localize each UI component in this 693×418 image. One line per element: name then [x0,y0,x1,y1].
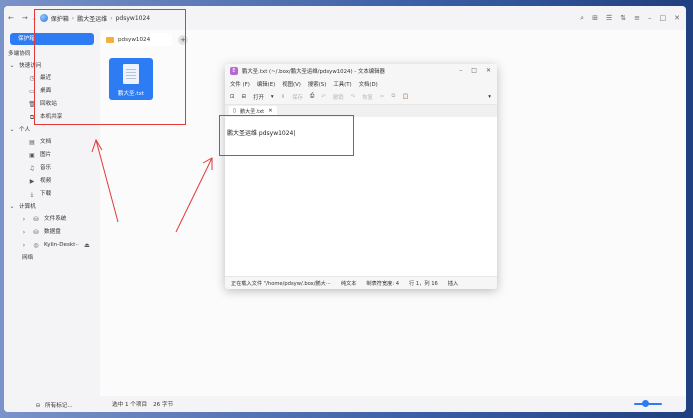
sidebar-item-data-disk[interactable]: › ⛁ 数据盘 [4,226,100,239]
sidebar-item-label: 下载 [40,191,52,197]
chevron-right-icon: › [22,242,26,249]
menu-edit[interactable]: 编辑(E) [257,80,275,88]
sidebar-item-music[interactable]: ♫ 音乐 [4,162,100,175]
chevron-right-icon: › [22,216,26,223]
sidebar-item-documents[interactable]: ▤ 文档 [4,136,100,149]
close-tab-icon[interactable]: ✕ [268,108,272,114]
editor-statusbar: 正在载入文件 "/home/pdsyw/.box/鹏大··· 纯文本 制表符宽度… [225,276,497,289]
undo-icon[interactable]: ↶ [321,94,326,100]
sidebar-item-filesystem[interactable]: › ⛁ 文件系统 [4,213,100,226]
close-icon[interactable]: ✕ [486,67,491,74]
undo-button[interactable]: 撤销 [333,93,344,101]
back-button[interactable]: ← [4,14,18,22]
overflow-menu-icon[interactable]: ▾ [488,94,491,100]
forward-button[interactable]: → [18,14,32,22]
new-file-icon[interactable]: ⊡ [230,94,235,100]
video-icon: ▶ [29,178,35,185]
sidebar-item-label: 音乐 [40,165,52,171]
redo-button[interactable]: 恢复 [362,93,373,101]
sidebar-section-label: 计算机 [19,204,36,210]
menu-file[interactable]: 文件 (F) [230,80,250,88]
sidebar-item-pictures[interactable]: ▣ 图片 [4,149,100,162]
image-icon: ▣ [29,152,35,159]
sidebar-item-label: 网络 [22,255,34,261]
chevron-down-icon[interactable]: ▾ [271,94,274,100]
editor-tab-label: 鹏大圣.txt [239,108,265,115]
chevron-down-icon: ⌄ [9,62,15,69]
sidebar-section-personal[interactable]: ⌄ 个人 [4,124,100,136]
tab-width-selector[interactable]: 制表符宽度: 4 [366,280,399,287]
drive-icon: ⛁ [33,216,39,223]
open-icon[interactable]: ⊟ [242,94,247,100]
file-icon: ▯ [233,108,236,114]
tag-icon: ⊖ [35,401,41,409]
editor-title: 鹏大圣.txt (~/.box/鹏大圣运维/pdsyw1024) - 文本编辑器 [242,69,385,75]
selection-size: 26 字节 [153,402,174,408]
editor-window-buttons: – □ ✕ [459,67,491,74]
sort-icon[interactable]: ⇅ [620,14,626,22]
maximize-icon[interactable]: □ [471,67,477,74]
all-tags-label: 所有标记... [45,403,73,409]
sidebar-item-network[interactable]: 网络 [4,252,100,264]
document-icon: ▤ [29,139,35,146]
editor-menubar: 文件 (F) 编辑(E) 视图(V) 搜索(S) 工具(T) 文档(D) [225,78,497,89]
chevron-right-icon: › [22,229,26,236]
syntax-mode-selector[interactable]: 纯文本 [341,280,357,287]
text-editor-window: E 鹏大圣.txt (~/.box/鹏大圣运维/pdsyw1024) - 文本编… [225,64,497,289]
loading-status: 正在载入文件 "/home/pdsyw/.box/鹏大··· [231,280,331,287]
menu-icon[interactable]: ≡ [634,14,640,22]
status-bar: 选中 1 个项目 26 字节 [100,396,686,412]
sidebar-item-videos[interactable]: ▶ 视频 [4,175,100,188]
redo-icon[interactable]: ↷ [351,94,356,100]
annotation-box [34,9,186,125]
menu-documents[interactable]: 文档(D) [359,80,378,88]
sidebar-section-computer[interactable]: ⌄ 计算机 [4,201,100,213]
search-icon[interactable]: ⌕ [580,14,584,23]
drive-icon: ⛁ [33,229,39,236]
save-button[interactable]: 保存 [292,93,303,101]
sidebar-item-downloads[interactable]: ⤓ 下载 [4,188,100,201]
grid-view-icon[interactable]: ⊞ [592,14,598,22]
list-view-icon[interactable]: ☰ [606,14,612,22]
music-icon: ♫ [29,165,35,172]
menu-search[interactable]: 搜索(S) [308,80,326,88]
sidebar-item-label: Kylin-Deskt·· [44,242,79,248]
open-button[interactable]: 打开 [253,93,264,101]
sidebar-item-kylin-desktop[interactable]: › ◎ Kylin-Deskt·· ⏏ [4,239,100,252]
save-icon[interactable]: ⬇ [281,94,286,100]
minimize-icon[interactable]: – [459,67,462,74]
sidebar-item-label: 文档 [40,139,52,145]
editor-app-icon: E [230,67,238,75]
zoom-slider-handle[interactable] [642,400,649,407]
editor-toolbar: ⊡ ⊟ 打开 ▾ ⬇ 保存 ⎙ ↶ 撤销 ↷ 恢复 ✂ ⧉ 📋 ▾ [225,89,497,105]
insert-mode: 插入 [447,280,459,287]
close-icon[interactable]: ✕ [674,14,680,22]
eject-icon[interactable]: ⏏ [83,239,91,252]
sidebar-item-label: 视频 [40,178,52,184]
sidebar-item-label: 数据盘 [44,229,61,235]
cursor-position: 行 1，列 16 [409,280,438,287]
all-tags-button[interactable]: ⊖ 所有标记... [34,401,73,410]
zoom-slider[interactable] [634,400,662,407]
sidebar-section-label: 个人 [19,127,31,133]
print-icon[interactable]: ⎙ [310,93,314,100]
cut-icon[interactable]: ✂ [380,94,385,100]
selection-count: 选中 1 个项目 [112,402,148,408]
paste-icon[interactable]: 📋 [402,94,409,100]
disc-icon: ◎ [33,242,39,249]
chevron-down-icon: ⌄ [9,126,15,133]
menu-view[interactable]: 视图(V) [282,80,301,88]
window-tools: ⌕ ⊞ ☰ ⇅ ≡ – □ ✕ [580,6,680,30]
menu-tools[interactable]: 工具(T) [333,80,351,88]
chevron-down-icon: ⌄ [9,203,15,210]
annotation-box [219,115,354,156]
editor-titlebar: E 鹏大圣.txt (~/.box/鹏大圣运维/pdsyw1024) - 文本编… [225,64,497,78]
sidebar-item-label: 图片 [40,152,52,158]
sidebar-item-label: 文件系统 [44,216,67,222]
minimize-icon[interactable]: – [648,14,652,22]
maximize-icon[interactable]: □ [660,14,667,22]
sidebar-item-label: 多端协同 [8,51,31,57]
copy-icon[interactable]: ⧉ [391,93,395,100]
download-icon: ⤓ [30,191,34,198]
